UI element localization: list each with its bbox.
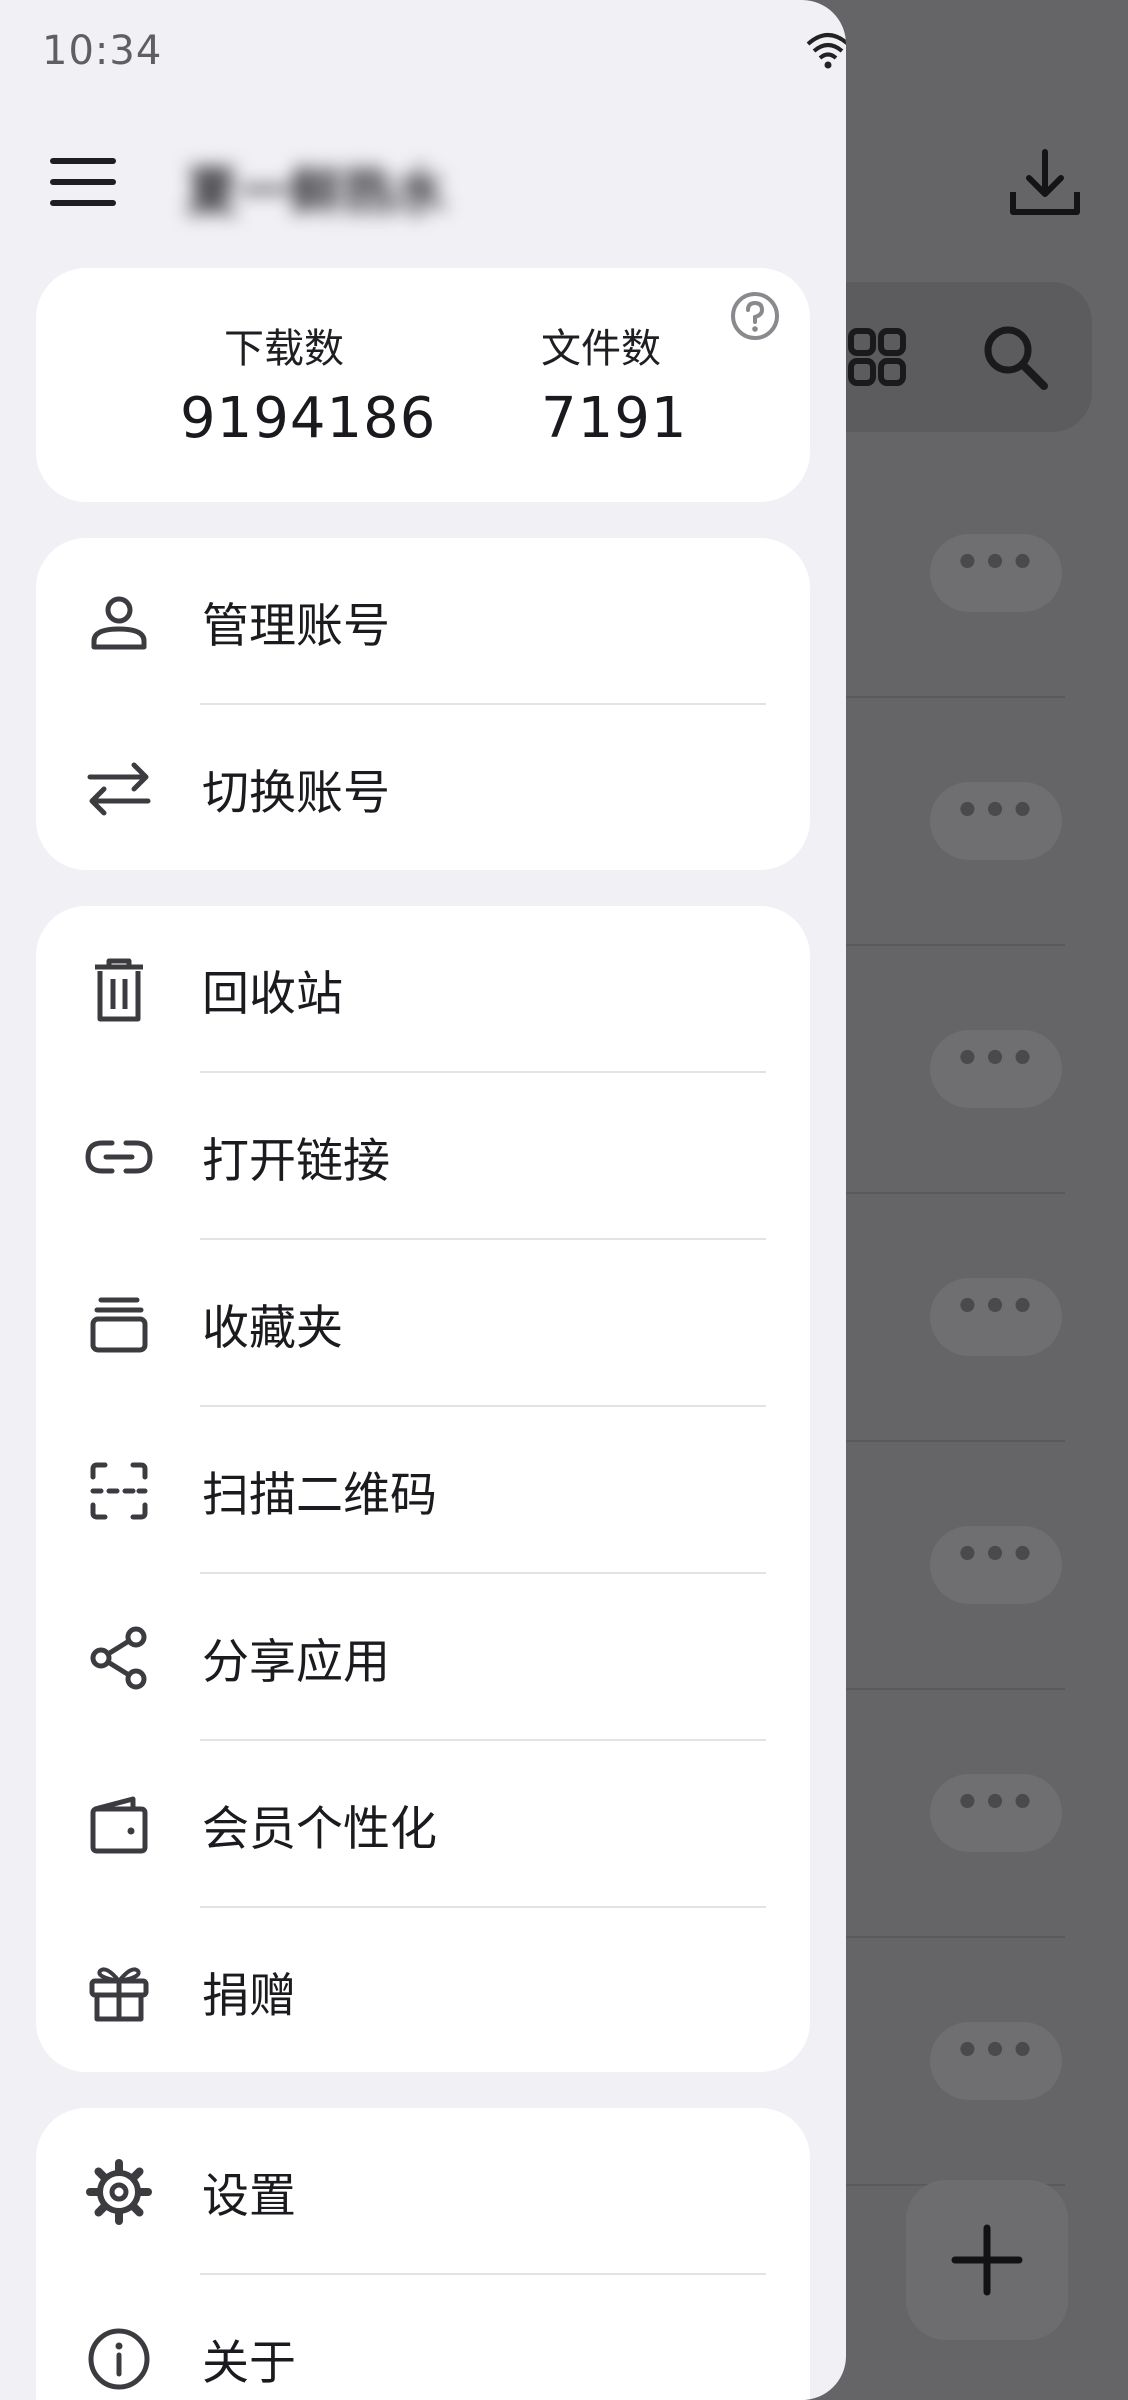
menu-item-label: 回收站: [202, 967, 343, 1022]
menu-item-label: 打开链接: [202, 1134, 390, 1189]
menu-item-favorites[interactable]: 收藏夹: [36, 1240, 810, 1407]
info-icon: [84, 2324, 154, 2394]
list-divider: [845, 1688, 1065, 1690]
menu-item-label: 切换账号: [202, 766, 390, 821]
more-button[interactable]: •••: [930, 1526, 1062, 1604]
gift-icon: [84, 1957, 154, 2027]
tools-menu-card: 回收站 打开链接 收藏夹 扫描二维码 分享应用 会员个性化 捐赠: [36, 906, 810, 2072]
help-circle-icon[interactable]: [729, 290, 781, 342]
menu-item-about[interactable]: 关于: [36, 2275, 810, 2400]
menu-item-label: 捐赠: [202, 1969, 296, 2024]
files-label: 文件数: [541, 326, 661, 372]
menu-item-switch-account[interactable]: 切换账号: [36, 705, 810, 872]
swap-icon: [84, 754, 154, 824]
account-name[interactable]: 夏一鲜热水: [186, 150, 456, 223]
menu-item-label: 扫描二维码: [202, 1468, 437, 1523]
more-button[interactable]: •••: [930, 1774, 1062, 1852]
status-time: 10:34: [42, 28, 163, 74]
plus-icon: [951, 2224, 1023, 2296]
menu-item-membership[interactable]: 会员个性化: [36, 1741, 810, 1908]
menu-item-donate[interactable]: 捐赠: [36, 1908, 810, 2075]
account-menu-card: 管理账号 切换账号: [36, 538, 810, 870]
grid-view-icon[interactable]: [848, 328, 906, 386]
stats-card: 下载数 9194186 文件数 7191: [36, 268, 810, 502]
menu-item-label: 关于: [202, 2336, 296, 2391]
more-button[interactable]: •••: [930, 534, 1062, 612]
menu-item-scan-qr[interactable]: 扫描二维码: [36, 1407, 810, 1574]
status-icons: 4G 4G 55: [806, 26, 846, 74]
menu-item-open-link[interactable]: 打开链接: [36, 1073, 810, 1240]
menu-item-recycle-bin[interactable]: 回收站: [36, 906, 810, 1073]
list-divider: [845, 1192, 1065, 1194]
menu-item-manage-account[interactable]: 管理账号: [36, 538, 810, 705]
menu-item-label: 设置: [202, 2169, 296, 2224]
search-icon[interactable]: [980, 322, 1050, 392]
list-divider: [845, 944, 1065, 946]
scan-icon: [84, 1456, 154, 1526]
more-button[interactable]: •••: [930, 782, 1062, 860]
downloads-value: 9194186: [180, 386, 437, 451]
wallet-icon: [84, 1790, 154, 1860]
gear-icon: [84, 2157, 154, 2227]
downloads-label: 下载数: [224, 326, 344, 372]
add-fab-button[interactable]: [906, 2180, 1068, 2340]
collection-icon: [84, 1289, 154, 1359]
list-divider: [845, 696, 1065, 698]
person-icon: [84, 587, 154, 657]
more-button[interactable]: •••: [930, 2022, 1062, 2100]
files-value: 7191: [541, 386, 688, 451]
hamburger-icon[interactable]: [50, 158, 116, 206]
more-button[interactable]: •••: [930, 1278, 1062, 1356]
menu-item-label: 收藏夹: [202, 1301, 343, 1356]
link-icon: [84, 1122, 154, 1192]
wifi-icon: [806, 33, 846, 69]
trash-icon: [84, 955, 154, 1025]
menu-item-label: 分享应用: [202, 1635, 390, 1690]
share-icon: [84, 1623, 154, 1693]
menu-item-label: 会员个性化: [202, 1802, 437, 1857]
settings-menu-card: 设置 关于: [36, 2108, 810, 2400]
more-button[interactable]: •••: [930, 1030, 1062, 1108]
list-divider: [845, 1936, 1065, 1938]
navigation-drawer: 10:34 4G 4G 55 夏一: [0, 0, 846, 2400]
download-icon[interactable]: [1005, 148, 1085, 220]
menu-item-label: 管理账号: [202, 599, 390, 654]
list-divider: [845, 1440, 1065, 1442]
menu-item-share-app[interactable]: 分享应用: [36, 1574, 810, 1741]
menu-item-settings[interactable]: 设置: [36, 2108, 810, 2275]
